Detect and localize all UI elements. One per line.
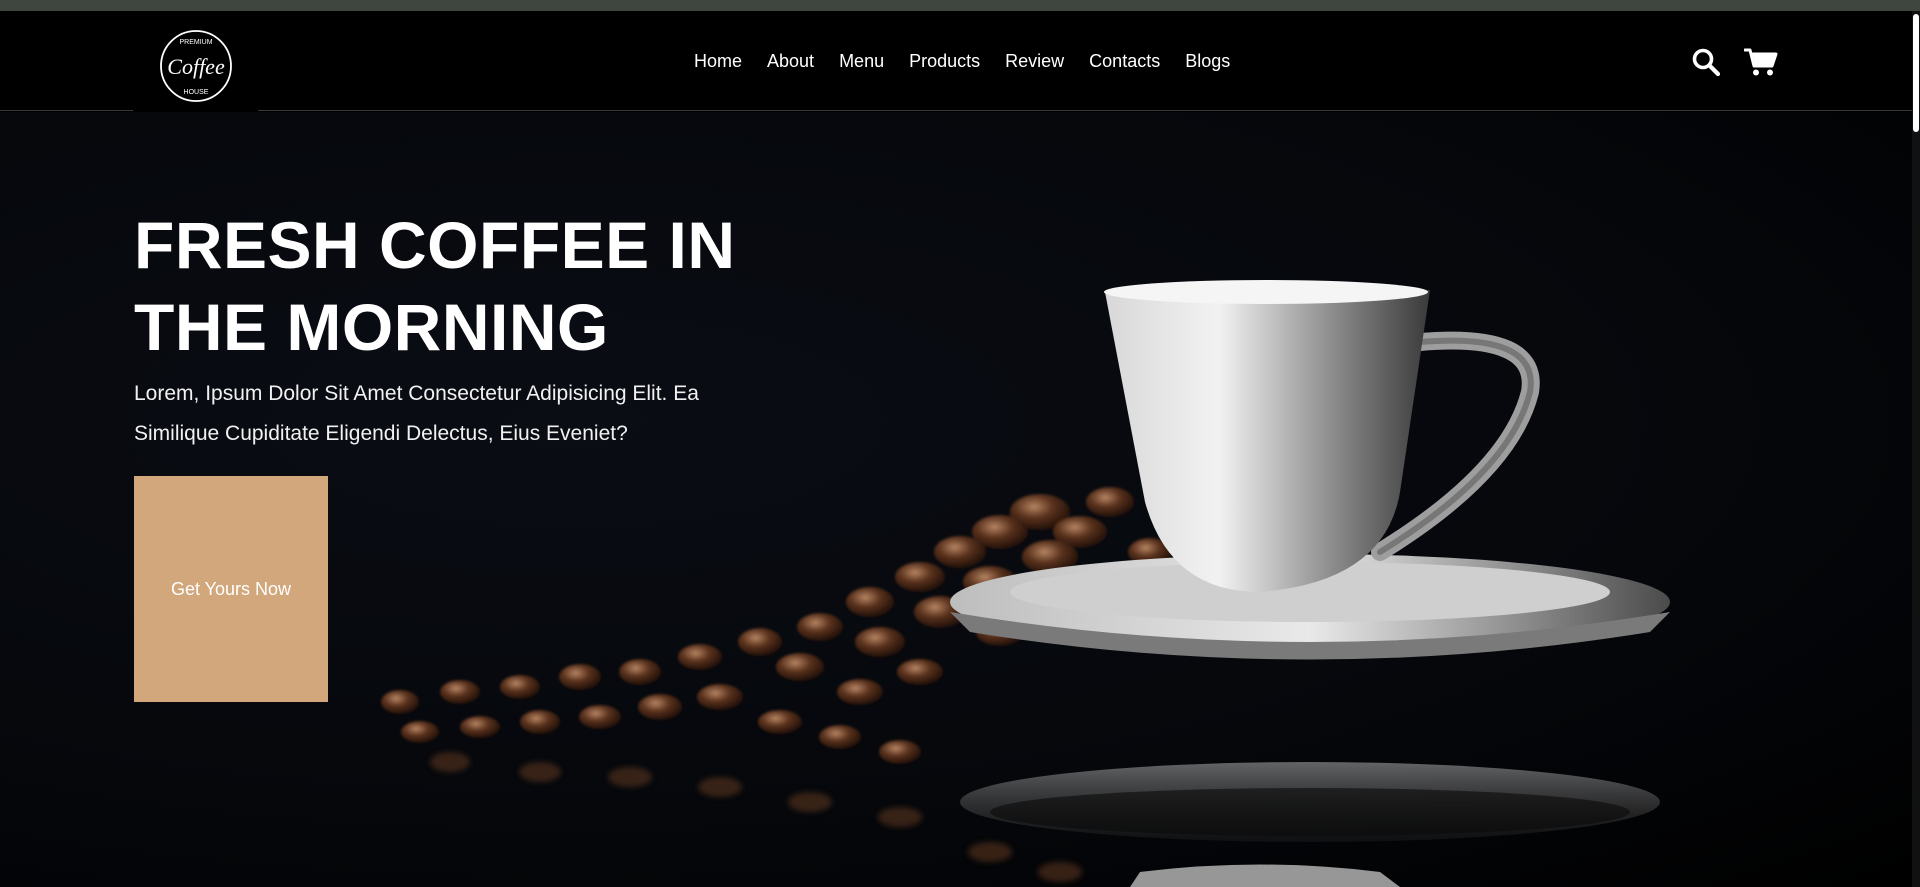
site-header: Home About Menu Products Review Contacts…	[0, 11, 1920, 111]
get-yours-now-button[interactable]: Get Yours Now	[134, 476, 328, 702]
logo-top-text: PREMIUM	[179, 39, 212, 46]
search-icon[interactable]	[1689, 45, 1723, 79]
nav-link-about[interactable]: About	[767, 49, 814, 73]
scrollbar-track[interactable]	[1912, 11, 1920, 887]
nav-link-blogs[interactable]: Blogs	[1185, 49, 1230, 73]
nav-link-products[interactable]: Products	[909, 49, 980, 73]
nav-link-contacts[interactable]: Contacts	[1089, 49, 1160, 73]
main-nav: Home About Menu Products Review Contacts…	[694, 49, 1230, 73]
nav-link-menu[interactable]: Menu	[839, 49, 884, 73]
logo-text: Coffee	[167, 54, 225, 79]
hero-section: FRESH COFFEE IN THE MORNING Lorem, Ipsum…	[0, 112, 1920, 887]
nav-link-review[interactable]: Review	[1005, 49, 1064, 73]
hero-subtitle: Lorem, Ipsum Dolor Sit Amet Consectetur …	[134, 382, 699, 445]
logo[interactable]: PREMIUM Coffee HOUSE	[133, 11, 258, 121]
cart-icon[interactable]	[1744, 45, 1778, 79]
hero-title-line2: THE MORNING	[134, 290, 609, 364]
nav-link-home[interactable]: Home	[694, 49, 742, 73]
logo-bottom-text: HOUSE	[183, 89, 208, 96]
hero-title: FRESH COFFEE IN THE MORNING	[134, 204, 834, 368]
top-strip	[0, 0, 1920, 11]
scrollbar-thumb[interactable]	[1913, 14, 1919, 132]
hero-title-line1: FRESH COFFEE IN	[134, 208, 736, 282]
